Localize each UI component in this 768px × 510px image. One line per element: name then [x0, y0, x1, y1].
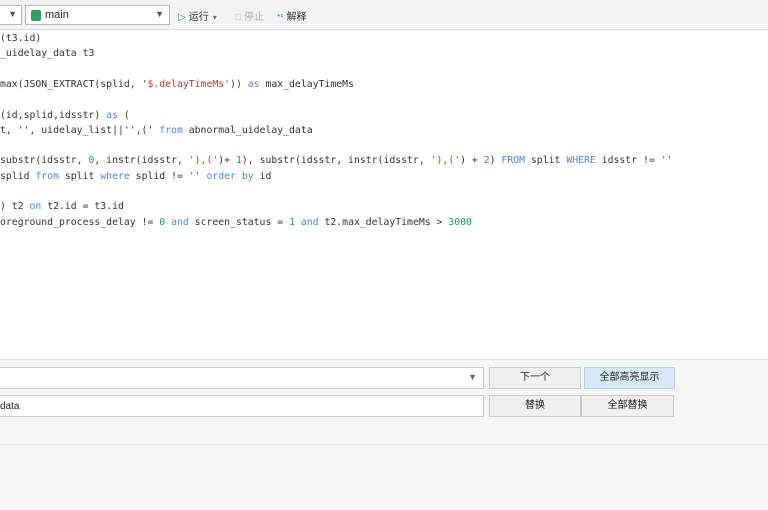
code-token: on — [29, 201, 42, 213]
code-line: substr(idsstr, 0, instr(idsstr, '),(')+ … — [0, 155, 673, 169]
code-token: ) + — [460, 155, 484, 167]
code-token: order by — [206, 170, 254, 182]
explain-button-label: 解释 — [286, 12, 307, 23]
code-token: and — [171, 216, 189, 228]
run-button[interactable]: ▷ 运行 ▾ — [178, 8, 217, 23]
code-token: ) t2 — [0, 201, 30, 213]
code-token: '' — [188, 170, 201, 182]
code-line: _uidelay_data t3 — [0, 48, 94, 62]
code-token: split — [525, 155, 567, 167]
code-line: oreground_process_delay != 0 and screen_… — [0, 217, 472, 231]
code-token: )) — [230, 78, 248, 90]
code-token: ( — [117, 109, 130, 121]
code-token: WHERE — [566, 155, 596, 167]
chevron-down-icon: ▼ — [8, 9, 17, 19]
run-button-label: 运行 — [188, 12, 209, 23]
highlight-all-button[interactable]: 全部高亮显示 — [584, 367, 675, 389]
code-token: '),(' — [188, 155, 219, 167]
stop-button-label: 停止 — [244, 12, 265, 23]
panel-divider — [0, 444, 768, 445]
code-token: id — [253, 170, 272, 182]
code-token: )+ — [218, 155, 236, 167]
connection-select[interactable]: ▼ — [0, 5, 22, 25]
code-token: split — [58, 170, 101, 182]
code-token: max_delayTimeMs — [259, 78, 354, 90]
code-token: t2.id = t3.id — [41, 201, 124, 213]
code-line: splid from split where splid != '' order… — [0, 171, 271, 185]
code-token: from — [159, 124, 183, 136]
code-token: and — [300, 216, 319, 228]
code-token: FROM — [501, 155, 526, 167]
code-token: (t3.id) — [0, 33, 42, 44]
code-token: where — [100, 170, 130, 182]
code-line: ) t2 on t2.id = t3.id — [0, 201, 124, 215]
code-token: '' — [660, 155, 673, 167]
code-line: t, '', uidelay_list||'',(' from abnormal… — [0, 125, 313, 139]
stop-icon: □ — [235, 12, 242, 23]
database-icon — [31, 10, 41, 21]
code-token: splid — [0, 170, 36, 182]
chevron-down-icon: ▼ — [155, 9, 164, 19]
replace-button[interactable]: 替换 — [489, 395, 581, 417]
code-line: (t3.id) — [0, 33, 41, 47]
code-token: t, '', uidelay_list||'',(' — [0, 124, 160, 136]
code-token: idsstr != — [595, 155, 661, 167]
code-token: splid != — [129, 170, 189, 182]
explain-button[interactable]: ᐩ¹ 解释 — [277, 8, 307, 23]
code-token: '),(' — [430, 155, 461, 167]
code-token: as — [247, 78, 260, 90]
toolbar: ▼ main ▼ ▷ 运行 ▾ □ 停止 ᐩ¹ 解释 — [0, 0, 768, 30]
sql-editor[interactable]: (t3.id) _uidelay_data t3 max(JSON_EXTRACT(… — [0, 31, 768, 359]
code-token: ), substr(idsstr, instr(idsstr, — [241, 155, 431, 167]
find-next-button[interactable]: 下一个 — [489, 367, 581, 389]
chevron-down-icon[interactable]: ▼ — [468, 372, 477, 382]
code-token: t2.max_delayTimeMs > — [318, 216, 449, 228]
code-token: max(JSON_EXTRACT(splid, — [0, 78, 142, 90]
code-token: (id,splid,idsstr) — [0, 109, 107, 121]
code-token: screen_status = — [188, 216, 290, 228]
search-input[interactable]: ▼ — [0, 367, 484, 389]
code-token: '$.delayTimeMs' — [141, 78, 231, 90]
code-token: as — [106, 109, 118, 121]
code-token: oreground_process_delay != — [0, 216, 160, 228]
caret-down-icon[interactable]: ▾ — [213, 13, 217, 22]
code-token: _uidelay_data t3 — [0, 48, 95, 60]
play-icon: ▷ — [178, 12, 186, 23]
find-replace-panel: ▼ 下一个 全部高亮显示 data 替换 全部替换 — [0, 359, 768, 510]
replace-all-button[interactable]: 全部替换 — [581, 395, 674, 417]
code-token: , instr(idsstr, — [94, 155, 189, 167]
database-select-label: main — [45, 9, 69, 21]
database-select[interactable]: main ▼ — [25, 5, 170, 25]
code-token: from — [35, 170, 59, 182]
code-token: substr(idsstr, — [0, 155, 89, 167]
code-token: abnormal_uidelay_data — [182, 124, 313, 136]
code-token: 3000 — [448, 216, 472, 228]
code-line: max(JSON_EXTRACT(splid, '$.delayTimeMs')… — [0, 79, 354, 93]
stop-button[interactable]: □ 停止 — [235, 8, 264, 23]
code-line: (id,splid,idsstr) as ( — [0, 110, 130, 124]
code-token: ) — [489, 155, 502, 167]
explain-icon: ᐩ¹ — [277, 12, 284, 22]
replace-input[interactable]: data — [0, 395, 484, 417]
